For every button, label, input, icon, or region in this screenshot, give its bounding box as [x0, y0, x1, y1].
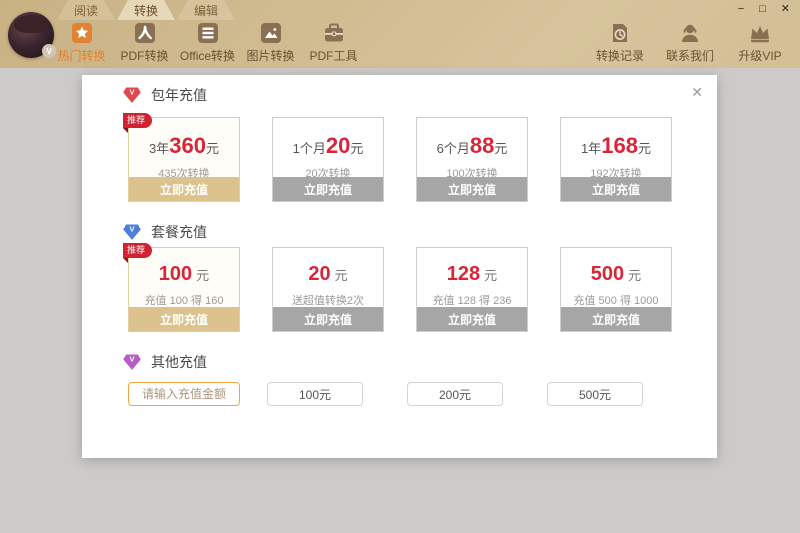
recharge-now-button[interactable]: 立即充值 — [273, 177, 383, 201]
amount-button-100[interactable]: 100元 — [267, 382, 363, 406]
other-amount-row: 100元 200元 500元 — [128, 382, 643, 406]
package-card-row: 推荐 100元 充值 100 得 160 立即充值 20元 送超值转换2次 立即… — [128, 247, 672, 332]
tab-edit-label: 编辑 — [194, 2, 218, 19]
briefcase-icon — [323, 22, 345, 44]
price-line: 500元 — [561, 263, 671, 286]
price-line: 3年360元 — [129, 133, 239, 159]
price-line: 6个月88元 — [417, 133, 527, 159]
section-title: 其他充值 — [151, 352, 207, 372]
window-controls: − □ ✕ — [738, 1, 790, 17]
tab-convert[interactable]: 转换 — [117, 0, 175, 20]
app-window: 阅读 转换 编辑 − □ ✕ V 热门转换 PDF转换 — [0, 0, 800, 533]
pdf-icon — [134, 22, 156, 44]
action-conversion-history[interactable]: 转换记录 — [592, 22, 648, 64]
section-package-recharge: V 套餐充值 — [122, 222, 207, 242]
annual-card-row: 推荐 3年360元 435次转换 立即充值 1个月20元 20次转换 立即充值 … — [128, 117, 672, 202]
section-title: 套餐充值 — [151, 222, 207, 242]
tab-read[interactable]: 阅读 — [57, 0, 115, 20]
recharge-now-button[interactable]: 立即充值 — [561, 307, 671, 331]
action-label: 转换记录 — [596, 47, 644, 64]
svg-text:V: V — [129, 88, 134, 97]
plan-card: 1年168元 192次转换 立即充值 — [560, 117, 672, 202]
user-avatar[interactable]: V — [8, 12, 54, 58]
recharge-now-button[interactable]: 立即充值 — [129, 177, 239, 201]
history-icon — [610, 22, 630, 44]
nav-label: PDF转换 — [120, 47, 168, 64]
price-line: 1年168元 — [561, 133, 671, 159]
maximize-button[interactable]: □ — [759, 1, 766, 17]
price-line: 100元 — [129, 263, 239, 286]
nav-label: 图片转换 — [246, 47, 294, 64]
tab-edit[interactable]: 编辑 — [177, 0, 235, 20]
recharge-now-button[interactable]: 立即充值 — [417, 177, 527, 201]
gem-icon: V — [122, 352, 142, 372]
plan-card: 推荐 100元 充值 100 得 160 立即充值 — [128, 247, 240, 332]
plan-card: 500元 充值 500 得 1000 立即充值 — [560, 247, 672, 332]
plan-card: 128元 充值 128 得 236 立即充值 — [416, 247, 528, 332]
title-tabs: 阅读 转换 编辑 — [57, 0, 237, 20]
plan-card: 6个月88元 100次转换 立即充值 — [416, 117, 528, 202]
action-upgrade-vip[interactable]: 升级VIP — [732, 22, 788, 64]
plan-card: 20元 送超值转换2次 立即充值 — [272, 247, 384, 332]
action-label: 联系我们 — [666, 47, 714, 64]
tab-read-label: 阅读 — [74, 2, 98, 19]
star-icon — [71, 22, 93, 44]
gem-icon: V — [122, 222, 142, 242]
toolbar-nav: 热门转换 PDF转换 Office转换 — [50, 22, 365, 64]
recommend-badge: 推荐 — [123, 113, 152, 128]
price-line: 20元 — [273, 263, 383, 286]
amount-button-500[interactable]: 500元 — [547, 382, 643, 406]
avatar-image — [14, 15, 48, 33]
dialog-close-icon[interactable]: ✕ — [691, 85, 703, 99]
plan-desc: 充值 100 得 160 — [129, 292, 239, 308]
plan-desc: 送超值转换2次 — [273, 292, 383, 308]
recharge-dialog: ✕ V 包年充值 推荐 3年360元 435次转换 立即充值 1个月20元 — [82, 75, 717, 458]
close-button[interactable]: ✕ — [781, 1, 790, 17]
tab-convert-label: 转换 — [134, 2, 158, 19]
price-line: 128元 — [417, 263, 527, 286]
image-icon — [260, 22, 282, 44]
recharge-now-button[interactable]: 立即充值 — [273, 307, 383, 331]
plan-desc: 充值 500 得 1000 — [561, 292, 671, 308]
modal-overlay: ✕ V 包年充值 推荐 3年360元 435次转换 立即充值 1个月20元 — [0, 68, 800, 533]
recharge-now-button[interactable]: 立即充值 — [129, 307, 239, 331]
recharge-now-button[interactable]: 立即充值 — [417, 307, 527, 331]
nav-hot-convert[interactable]: 热门转换 — [50, 22, 113, 64]
section-annual-recharge: V 包年充值 — [122, 85, 207, 105]
minimize-button[interactable]: − — [738, 1, 744, 17]
nav-office-convert[interactable]: Office转换 — [176, 22, 239, 64]
svg-text:V: V — [129, 355, 134, 364]
section-other-recharge: V 其他充值 — [122, 352, 207, 372]
nav-label: 热门转换 — [57, 47, 105, 64]
recommend-badge: 推荐 — [123, 243, 152, 258]
headset-icon — [679, 22, 701, 44]
nav-label: PDF工具 — [309, 47, 357, 64]
nav-pdf-tools[interactable]: PDF工具 — [302, 22, 365, 64]
svg-text:V: V — [129, 225, 134, 234]
nav-label: Office转换 — [180, 47, 235, 64]
crown-icon — [748, 22, 772, 44]
nav-pdf-convert[interactable]: PDF转换 — [113, 22, 176, 64]
nav-image-convert[interactable]: 图片转换 — [239, 22, 302, 64]
recharge-now-button[interactable]: 立即充值 — [561, 177, 671, 201]
action-label: 升级VIP — [738, 47, 781, 64]
price-line: 1个月20元 — [273, 133, 383, 159]
toolbar-actions: 转换记录 联系我们 升级VIP — [592, 22, 788, 64]
amount-button-200[interactable]: 200元 — [407, 382, 503, 406]
plan-card: 推荐 3年360元 435次转换 立即充值 — [128, 117, 240, 202]
custom-amount-input[interactable] — [128, 382, 240, 406]
section-title: 包年充值 — [151, 85, 207, 105]
plan-desc: 充值 128 得 236 — [417, 292, 527, 308]
gem-icon: V — [122, 85, 142, 105]
action-contact-us[interactable]: 联系我们 — [662, 22, 718, 64]
plan-card: 1个月20元 20次转换 立即充值 — [272, 117, 384, 202]
document-lines-icon — [197, 22, 219, 44]
